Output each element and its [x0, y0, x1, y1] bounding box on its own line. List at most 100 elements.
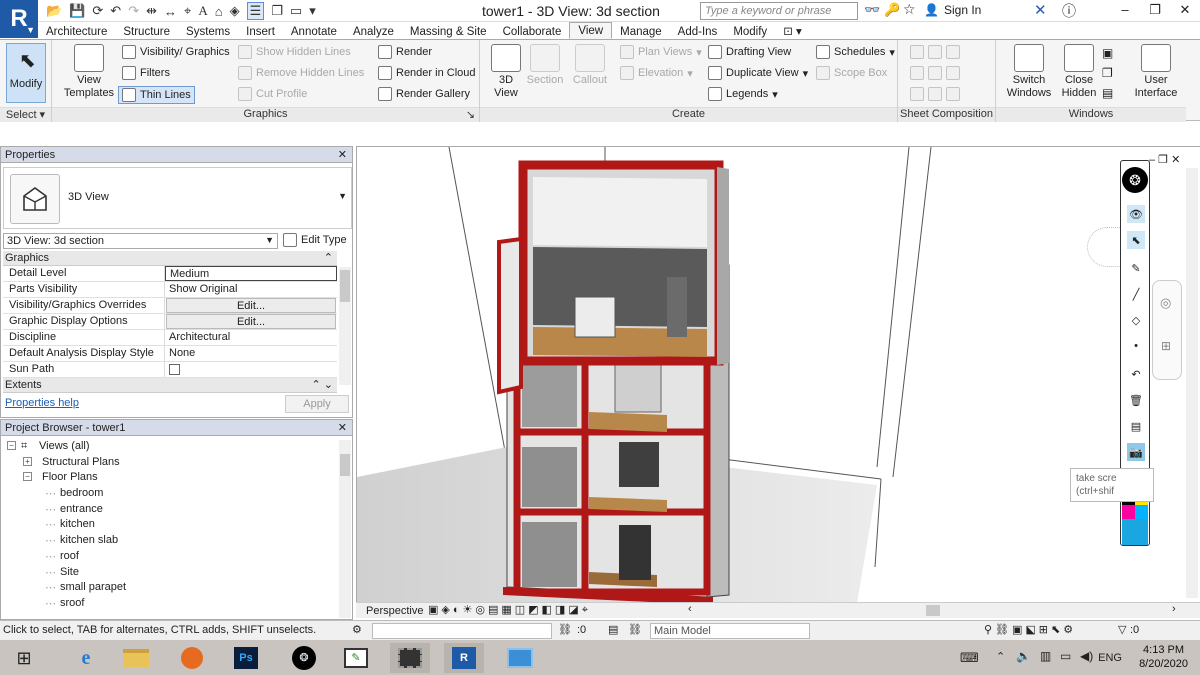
tab-collaborate[interactable]: Collaborate [495, 24, 570, 39]
selection-filter-icons[interactable]: ⚲⛓▣⬕⊞⬉⚙ [984, 623, 1076, 636]
tab-annotate[interactable]: Annotate [283, 24, 345, 39]
tree-item-plan[interactable]: ⋯ Site [5, 566, 335, 582]
tree-item-plan[interactable]: ⋯ sroof [5, 597, 335, 613]
trash-icon[interactable]: 🗑 [1127, 391, 1145, 409]
dimension-icon[interactable]: ↔ [164, 4, 177, 19]
tree-item-plan[interactable]: ⋯ bedroom [5, 487, 335, 503]
tree-item-plan[interactable]: ⋯ kitchen [5, 518, 335, 534]
tab-view[interactable]: View [569, 22, 613, 39]
tab-modify[interactable]: Modify [725, 24, 775, 39]
cut-profile-button[interactable]: Cut Profile [238, 87, 307, 101]
tab-insert[interactable]: Insert [238, 24, 283, 39]
switch-windows-button[interactable]: Switch Windows [1004, 44, 1054, 100]
tree-item-structural-plans[interactable]: + Structural Plans [5, 456, 335, 472]
analysis-style-field[interactable]: None [165, 346, 337, 361]
tree-item-views-all[interactable]: − ⌗ Views (all) [5, 440, 335, 456]
default-3d-view-icon[interactable]: ⌂ [215, 4, 223, 19]
pen-tool-icon[interactable]: ❂ [284, 643, 324, 673]
tab-add-ins[interactable]: Add-Ins [670, 24, 726, 39]
workset-selector[interactable] [372, 623, 552, 639]
view-templates-button[interactable]: View Templates [60, 44, 118, 100]
help-search-input[interactable]: Type a keyword or phrase [700, 2, 858, 20]
parts-visibility-field[interactable]: Show Original [165, 282, 337, 297]
tab-massing-site[interactable]: Massing & Site [402, 24, 495, 39]
editing-requests-icon[interactable]: ⛓ [558, 623, 572, 636]
select-panel-label[interactable]: Select ▾ [0, 107, 51, 122]
collapse-icon[interactable]: − [23, 472, 32, 482]
photos-icon[interactable] [500, 643, 540, 673]
firefox-icon[interactable] [172, 643, 212, 673]
help-icon[interactable]: ⓘ [1062, 1, 1076, 21]
start-icon[interactable]: ⊞ [4, 643, 44, 673]
camera-icon[interactable]: 📷 [1127, 443, 1145, 461]
undo-icon[interactable]: ↶ [1127, 365, 1145, 383]
duplicate-view-button[interactable]: Duplicate View ▾ [708, 66, 808, 80]
view-control-icons[interactable]: ▣◈◐☀◎▤▦◫◩◧◨◪⌖ [428, 603, 591, 617]
tree-item-plan[interactable]: ⋯ roof [5, 550, 335, 566]
section-icon[interactable]: ◈ [230, 3, 240, 19]
remove-hidden-lines-button[interactable]: Remove Hidden Lines [238, 66, 364, 80]
volume-icon[interactable]: ◀) [1080, 649, 1093, 663]
restore-icon[interactable]: ❐ [1140, 0, 1170, 22]
undo-icon[interactable]: ↶ [110, 3, 121, 19]
modify-button[interactable]: ⬉ Modify [6, 43, 46, 103]
apply-button[interactable]: Apply [285, 395, 349, 413]
filter-icon[interactable]: ▽ [1118, 623, 1126, 636]
zoom-icon[interactable]: ⊞ [1161, 339, 1171, 353]
video-editor-icon[interactable] [390, 643, 430, 673]
sheet-button[interactable] [910, 45, 960, 59]
eraser-icon[interactable]: ◇ [1127, 311, 1145, 329]
close-icon[interactable]: ✕ [1170, 0, 1200, 22]
tab-systems[interactable]: Systems [178, 24, 238, 39]
visibility-graphics-button[interactable]: Visibility/ Graphics [122, 45, 230, 59]
close-hidden-icon[interactable]: ❐ [271, 3, 283, 19]
user-interface-button[interactable]: User Interface [1130, 44, 1182, 100]
collapse-icon[interactable]: ⌃ [324, 251, 333, 264]
text-icon[interactable]: A [198, 3, 207, 19]
sun-path-checkbox[interactable] [169, 363, 180, 375]
keyboard-icon[interactable]: ⌨ [960, 650, 979, 666]
discipline-field[interactable]: Architectural [165, 330, 337, 345]
open-icon[interactable]: 📂 [46, 3, 62, 19]
plan-views-button[interactable]: Plan Views ▾ [620, 45, 702, 59]
redo-icon[interactable]: ↷ [128, 3, 139, 19]
section-button[interactable]: Section [524, 44, 566, 87]
callout-button[interactable]: Callout [568, 44, 612, 87]
edit-type-button[interactable]: Edit Type [283, 233, 347, 247]
close-icon[interactable]: ✕ [338, 148, 347, 161]
sync-icon[interactable]: ⟳ [92, 3, 103, 19]
collapse-icon[interactable]: − [7, 441, 16, 450]
design-options-icon[interactable]: ▤ [608, 623, 618, 636]
thin-lines-button[interactable]: Thin Lines [118, 86, 195, 104]
browser-scrollbar[interactable] [339, 440, 351, 618]
eye-icon[interactable]: 👁 [1127, 205, 1145, 223]
save-icon[interactable]: 💾 [69, 3, 85, 19]
ribbon-minimize-icon[interactable]: ⊡ ▾ [775, 22, 810, 39]
tree-item-plan[interactable]: ⋯ entrance [5, 503, 335, 519]
switch-windows-icon[interactable]: ▭ [290, 3, 302, 19]
highlighter-icon[interactable]: ✎ [1127, 259, 1145, 277]
screen-capture-icon[interactable]: ✎ [336, 643, 376, 673]
3d-view-button[interactable]: 3D View [486, 44, 526, 100]
subscription-center-icon[interactable]: 🔑 [884, 2, 900, 18]
horizontal-scrollbar[interactable] [926, 605, 940, 616]
thin-lines-icon[interactable]: ☰ [246, 2, 265, 20]
pen-icon[interactable]: ╱ [1127, 285, 1145, 303]
type-dropdown-icon[interactable]: ▼ [338, 191, 347, 201]
show-hidden-lines-button[interactable]: Show Hidden Lines [238, 45, 351, 59]
viewport-window-controls[interactable]: – ❐ ✕ [1149, 153, 1180, 166]
cascade-icon[interactable]: ❐ [1102, 66, 1113, 80]
language-indicator[interactable]: ENG [1098, 652, 1122, 664]
tag-icon[interactable]: ⌖ [184, 3, 191, 19]
render-gallery-button[interactable]: Render Gallery [378, 87, 470, 101]
clock[interactable]: 4:13 PM 8/20/2020 [1139, 643, 1188, 671]
dot-icon[interactable]: • [1127, 337, 1145, 355]
tab-architecture[interactable]: Architecture [38, 24, 115, 39]
internet-explorer-icon[interactable]: e [66, 643, 106, 673]
tab-structure[interactable]: Structure [115, 24, 178, 39]
scope-box-button[interactable]: Scope Box [816, 66, 887, 80]
autodesk-app-store-icon[interactable]: ✕ [1034, 1, 1047, 19]
board-icon[interactable]: ▤ [1127, 417, 1145, 435]
schedules-button[interactable]: Schedules ▾ [816, 45, 895, 59]
type-selector[interactable]: 3D View ▼ [3, 167, 352, 229]
